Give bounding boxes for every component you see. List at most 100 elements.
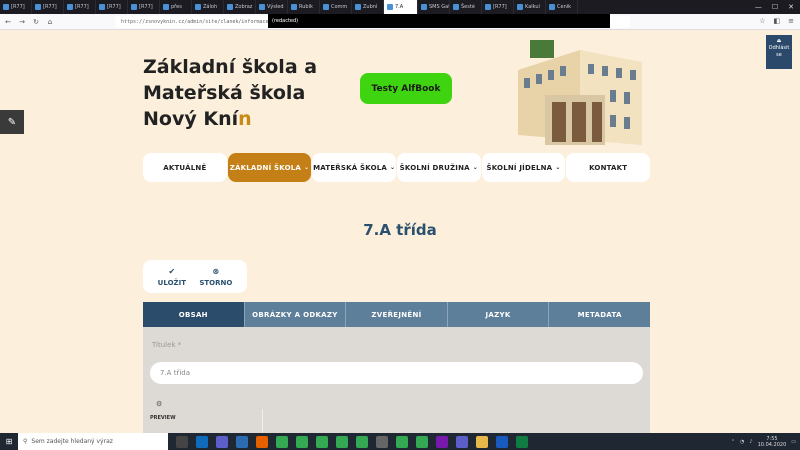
- word-icon[interactable]: [496, 435, 508, 448]
- browser-tab[interactable]: Zubní: [352, 0, 384, 14]
- menu-icon[interactable]: ≡: [788, 17, 794, 25]
- browser-tab[interactable]: Šesté: [450, 0, 482, 14]
- alfbook-tests-button[interactable]: Testy AlfBook: [360, 73, 452, 104]
- extensions-icon[interactable]: ◧: [774, 17, 781, 25]
- tab-label: [R77]: [75, 4, 89, 10]
- page-title: 7.A třída: [363, 221, 437, 239]
- menu-item-5[interactable]: KONTAKT: [566, 153, 651, 182]
- tab-label: Výsled: [267, 4, 284, 10]
- chevron-down-icon: ⌄: [472, 164, 479, 171]
- title-field[interactable]: 7.A třída: [150, 362, 643, 384]
- browser-tab[interactable]: 7.A: [384, 0, 418, 14]
- app-icon[interactable]: [376, 435, 388, 448]
- onenote-icon[interactable]: [436, 435, 448, 448]
- tab-4[interactable]: METADATA: [549, 302, 650, 327]
- reload-icon[interactable]: ↻: [32, 18, 40, 26]
- chrome-icon[interactable]: [336, 435, 348, 448]
- tab-0[interactable]: OBSAH: [143, 302, 245, 327]
- tab-favicon-icon: [549, 4, 555, 10]
- title-accent-letter: n: [238, 108, 252, 130]
- outlook-icon[interactable]: [196, 435, 208, 448]
- edit-pencil-button[interactable]: ✎: [0, 110, 24, 134]
- tab-favicon-icon: [259, 4, 265, 10]
- forward-icon[interactable]: →: [18, 18, 26, 26]
- action-panel: ✔ ULOŽIT ⊗ STORNO: [143, 260, 247, 293]
- tab-label: [R77]: [11, 4, 25, 10]
- excel-icon[interactable]: [516, 435, 528, 448]
- firefox-icon[interactable]: [256, 435, 268, 448]
- teams-icon[interactable]: [456, 435, 468, 448]
- cancel-icon: ⊗: [212, 266, 220, 276]
- browser-tab[interactable]: Rubik: [288, 0, 320, 14]
- tab-favicon-icon: [387, 4, 393, 10]
- menu-item-0[interactable]: AKTUÁLNĚ: [143, 153, 227, 182]
- volume-icon[interactable]: ♪: [749, 439, 752, 445]
- school-title-line3: Nový Knín: [143, 108, 252, 130]
- tab-favicon-icon: [99, 4, 105, 10]
- browser-tab[interactable]: [R77]: [128, 0, 160, 14]
- taskbar-search[interactable]: ⚲ Sem zadejte hledaný výraz: [18, 433, 168, 450]
- browser-tab[interactable]: Výsled: [256, 0, 288, 14]
- menu-item-1[interactable]: ZÁKLADNÍ ŠKOLA ⌄: [227, 153, 312, 182]
- preview-label[interactable]: PREVIEW: [150, 415, 176, 421]
- notifications-icon[interactable]: ▭: [791, 439, 796, 445]
- browser-tab[interactable]: Comm: [320, 0, 352, 14]
- tray-chevron-icon[interactable]: ⌃: [731, 439, 735, 445]
- content-form: Titulek * 7.A třída ⚙ PREVIEW: [143, 327, 650, 433]
- browser-tab[interactable]: [R77]: [482, 0, 514, 14]
- browser-tab[interactable]: Cenik: [546, 0, 578, 14]
- browser-tab[interactable]: Kalkul: [514, 0, 546, 14]
- chrome-icon[interactable]: [356, 435, 368, 448]
- maximize-icon[interactable]: ☐: [772, 3, 778, 11]
- logout-button[interactable]: ⏏ Odhlásit se: [766, 35, 792, 69]
- menu-item-4[interactable]: ŠKOLNÍ JÍDELNA ⌄: [481, 153, 566, 182]
- school-title-line1: Základní škola a: [143, 56, 318, 78]
- menu-item-3[interactable]: ŠKOLNÍ DRUŽINA ⌄: [397, 153, 481, 182]
- chevron-down-icon: ⌄: [555, 164, 561, 171]
- tab-3[interactable]: JAZYK: [448, 302, 550, 327]
- folder-icon[interactable]: [476, 435, 488, 448]
- browser-tab[interactable]: SMS Gate: [418, 0, 450, 14]
- teams-icon[interactable]: [216, 435, 228, 448]
- chrome-icon[interactable]: [396, 435, 408, 448]
- browser-tab[interactable]: Záloh: [192, 0, 224, 14]
- settings-gear-icon[interactable]: ⚙: [156, 400, 162, 408]
- school-building-image: [510, 40, 650, 150]
- clock[interactable]: 7:55 10.04.2020: [758, 436, 787, 448]
- window-controls[interactable]: — ☐ ✕: [755, 3, 800, 11]
- browser-tab[interactable]: Zobraz: [224, 0, 256, 14]
- tab-label: Rubik: [299, 4, 313, 10]
- browser-tab[interactable]: [R77]: [96, 0, 128, 14]
- minimize-icon[interactable]: —: [755, 3, 762, 11]
- close-icon[interactable]: ✕: [788, 3, 794, 11]
- check-icon: ✔: [168, 266, 176, 276]
- tab-label: Comm: [331, 4, 348, 10]
- chrome-icon[interactable]: [316, 435, 328, 448]
- task-view-icon[interactable]: [176, 435, 188, 448]
- windows-start-icon[interactable]: ⊞: [0, 437, 18, 446]
- browser-tab[interactable]: přes: [160, 0, 192, 14]
- chrome-icon[interactable]: [416, 435, 428, 448]
- network-icon[interactable]: ◔: [740, 439, 744, 445]
- tab-label: 7.A: [395, 4, 404, 10]
- browser-tab[interactable]: [R77]: [64, 0, 96, 14]
- home-icon[interactable]: ⌂: [46, 18, 54, 26]
- cancel-button[interactable]: ⊗ STORNO: [199, 267, 232, 287]
- chrome-icon[interactable]: [276, 435, 288, 448]
- browser-tab[interactable]: [R77]: [32, 0, 64, 14]
- bookmark-icon[interactable]: ☆: [759, 17, 765, 25]
- chrome-icon[interactable]: [296, 435, 308, 448]
- tab-1[interactable]: OBRÁZKY A ODKAZY: [245, 302, 347, 327]
- back-icon[interactable]: ←: [4, 18, 12, 26]
- logout-icon: ⏏: [776, 38, 782, 44]
- browser-tab[interactable]: [R77]: [0, 0, 32, 14]
- tab-2[interactable]: ZVEŘEJNĚNÍ: [346, 302, 448, 327]
- title-field-label: Titulek *: [152, 341, 182, 349]
- school-title[interactable]: Základní škola a Mateřská škola Nový Kní…: [143, 54, 317, 132]
- browser-tab-strip: [R77] [R77] [R77] [R77] [R77] přes Záloh Zobraz…: [0, 0, 800, 14]
- tab-label: Zobraz: [235, 4, 253, 10]
- save-button[interactable]: ✔ ULOŽIT: [158, 267, 186, 287]
- school-title-line2: Mateřská škola: [143, 82, 306, 104]
- app-icon[interactable]: [236, 435, 248, 448]
- menu-item-2[interactable]: MATEŘSKÁ ŠKOLA ⌄: [312, 153, 397, 182]
